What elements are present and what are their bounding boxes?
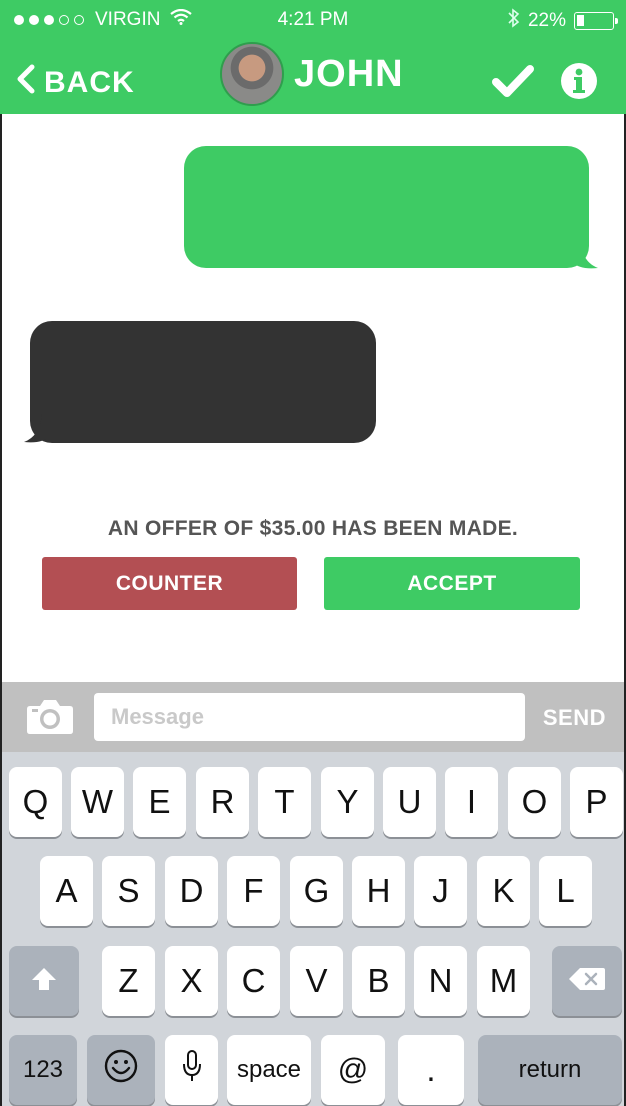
key-o[interactable]: O [508,767,561,837]
incoming-message-bubble[interactable] [30,321,376,443]
key-j[interactable]: J [414,856,467,926]
key-f[interactable]: F [227,856,280,926]
return-key[interactable]: return [478,1035,622,1105]
space-key[interactable]: space [227,1035,311,1105]
key-m[interactable]: M [477,946,530,1016]
accept-button[interactable]: ACCEPT [324,557,580,610]
camera-icon[interactable] [26,696,74,741]
contact-name: JOHN [294,52,404,95]
key-z[interactable]: Z [102,946,155,1016]
back-label: BACK [44,66,135,99]
chevron-left-icon [16,64,36,102]
outgoing-message-bubble[interactable] [184,146,589,268]
bluetooth-icon [508,8,520,34]
key-b[interactable]: B [352,946,405,1016]
back-button[interactable]: BACK [16,64,135,102]
chat-area[interactable]: AN OFFER OF $35.00 HAS BEEN MADE. COUNTE… [0,114,626,682]
key-e[interactable]: E [133,767,186,837]
counter-button[interactable]: COUNTER [42,557,297,610]
incoming-bubble-tail [24,414,50,443]
outgoing-bubble-tail [572,240,598,269]
key-u[interactable]: U [383,767,436,837]
delete-key[interactable] [552,946,622,1016]
emoji-key[interactable] [87,1035,155,1105]
key-c[interactable]: C [227,946,280,1016]
send-button[interactable]: SEND [543,705,606,731]
status-right: 22% [508,8,618,34]
key-w[interactable]: W [71,767,124,837]
checkmark-icon[interactable] [492,64,534,103]
battery-icon [574,12,618,30]
header-bar: VIRGIN 4:21 PM 22% BACK JOHN [0,0,626,114]
avatar[interactable] [220,42,284,106]
battery-percent: 22% [527,10,566,31]
key-t[interactable]: T [258,767,311,837]
key-n[interactable]: N [414,946,467,1016]
backspace-icon [568,962,606,1000]
key-y[interactable]: Y [321,767,374,837]
key-l[interactable]: L [539,856,592,926]
contact-header[interactable]: JOHN [220,42,404,106]
offer-message: AN OFFER OF $35.00 HAS BEEN MADE. [107,517,519,540]
nav-actions [492,62,598,105]
message-composer: SEND [0,682,626,752]
info-icon[interactable] [560,62,598,105]
key-p[interactable]: P [570,767,623,837]
microphone-icon [181,1049,203,1091]
key-s[interactable]: S [102,856,155,926]
numbers-key[interactable]: 123 [9,1035,77,1105]
key-r[interactable]: R [196,767,249,837]
key-g[interactable]: G [290,856,343,926]
keyboard: Q W E R T Y U I O P A S D F G H J K L Z … [0,752,626,1106]
dictation-key[interactable] [165,1035,218,1105]
key-h[interactable]: H [352,856,405,926]
key-q[interactable]: Q [9,767,62,837]
key-a[interactable]: A [40,856,93,926]
key-d[interactable]: D [165,856,218,926]
at-key[interactable]: @ [321,1035,385,1105]
key-x[interactable]: X [165,946,218,1016]
smiley-icon [103,1048,139,1092]
key-i[interactable]: I [445,767,498,837]
shift-arrow-icon [30,962,58,1000]
status-bar: VIRGIN 4:21 PM 22% [0,0,626,40]
key-v[interactable]: V [290,946,343,1016]
period-key[interactable]: . [398,1035,464,1105]
key-k[interactable]: K [477,856,530,926]
message-input[interactable] [94,693,525,741]
shift-key[interactable] [9,946,79,1016]
